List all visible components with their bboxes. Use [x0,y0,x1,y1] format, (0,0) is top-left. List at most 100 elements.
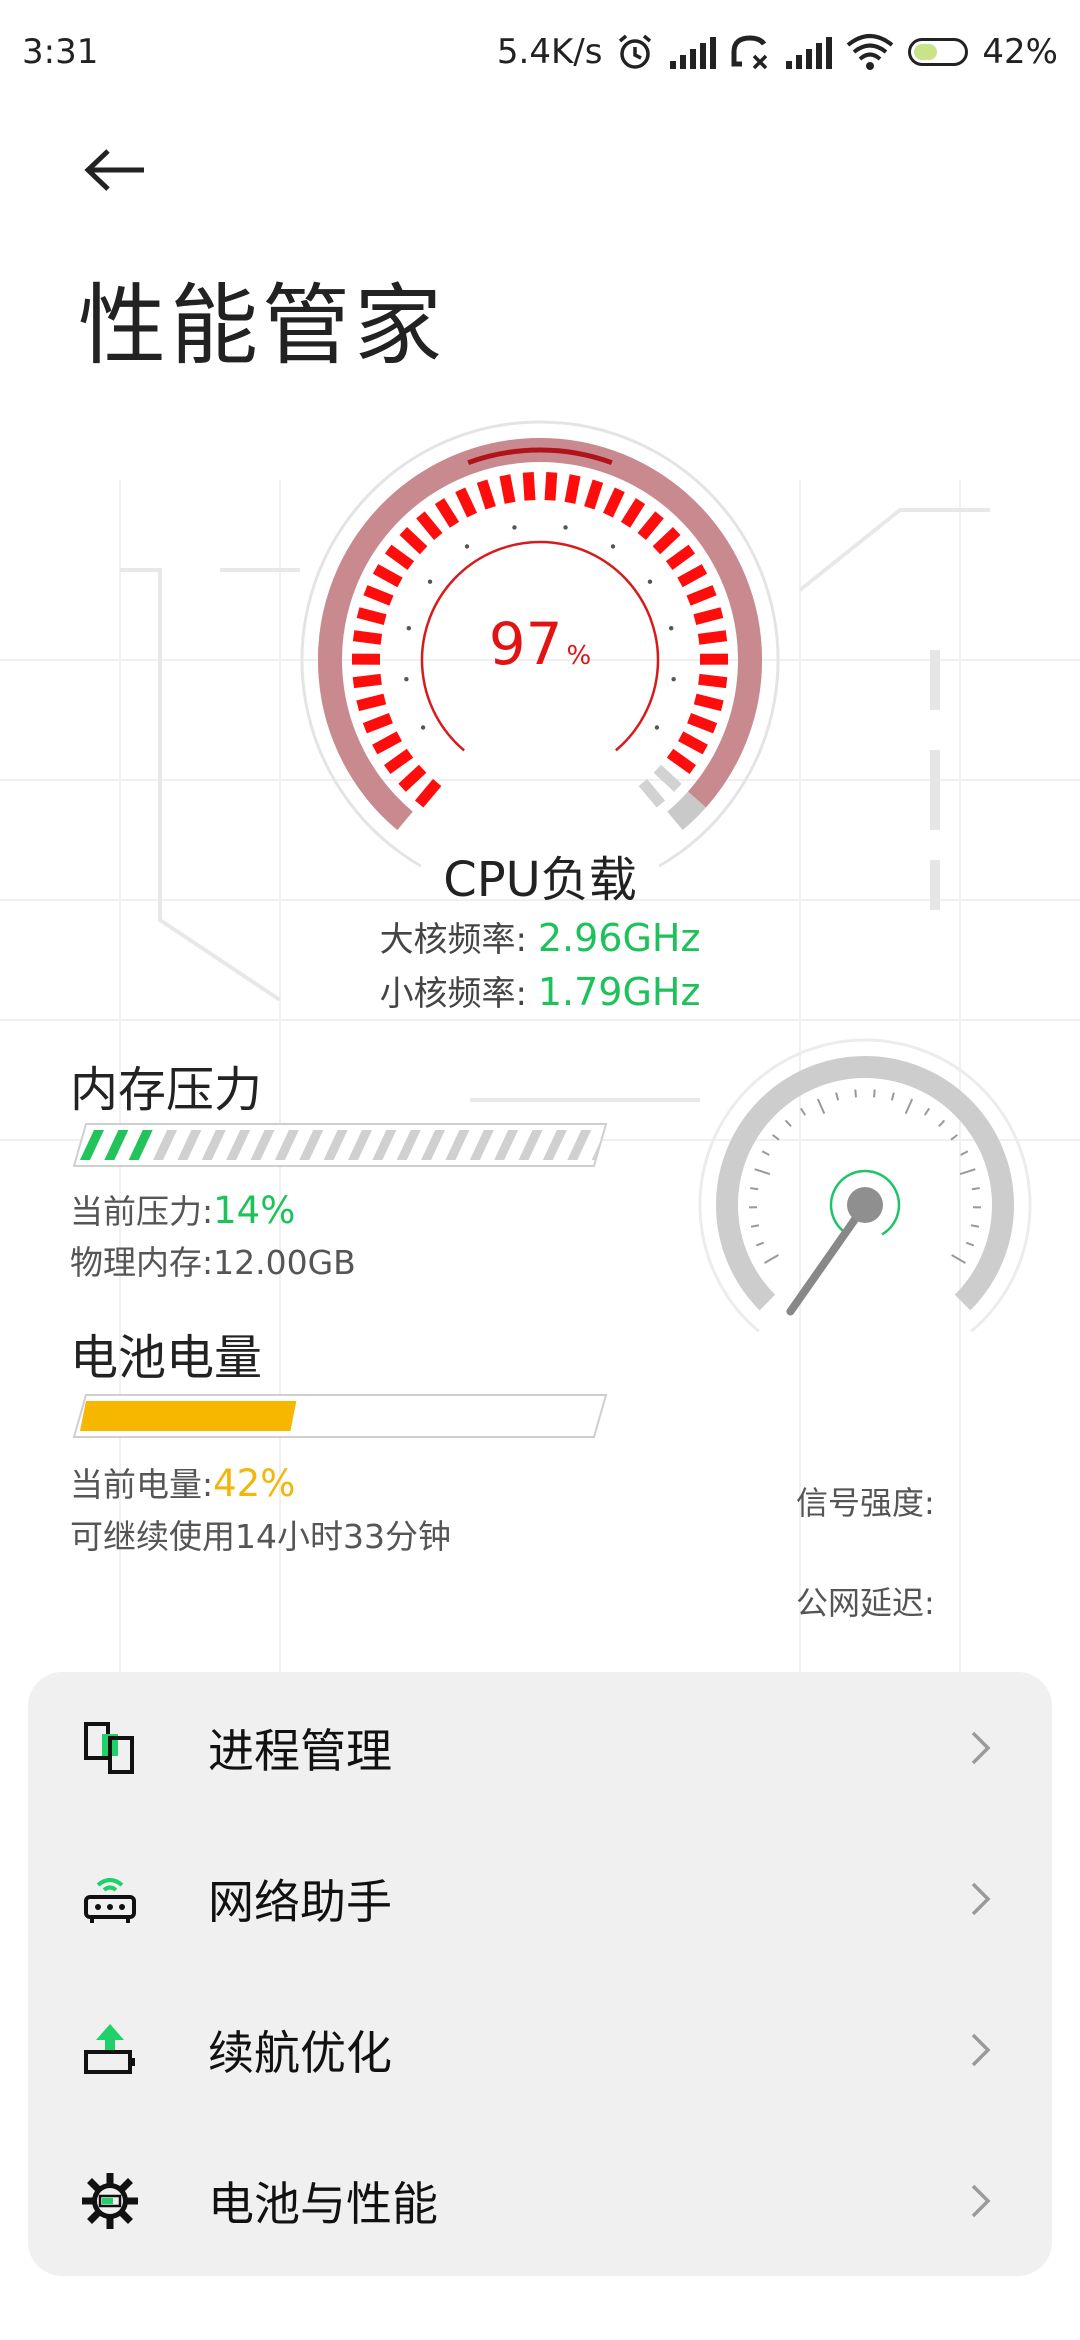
call-off-icon [731,35,768,70]
speed-gauge-hub [847,1187,883,1223]
page-title: 性能管家 [78,274,447,377]
menu-item-process-management[interactable]: 进程管理 [28,1672,1052,1823]
gauge-tick [362,712,393,734]
gauge-tick [620,498,646,528]
speed-gauge-tick [799,1107,807,1116]
gauge-tick [399,526,428,555]
chevron-right-icon [966,1728,996,1768]
gauge-tick [416,511,443,541]
gauge-tick [665,544,696,571]
speed-gauge-tick [835,1092,840,1101]
menu-item-battery-optimization[interactable]: 续航优化 [28,1974,1052,2125]
big-core-frequency: 大核频率: 2.96GHz [290,912,790,961]
physical-memory-row: 物理内存:12.00GB [70,1236,356,1284]
gauge-tick [372,564,403,588]
memory-pressure-bar [72,1123,608,1167]
battery-level-label: 当前电量: [70,1465,214,1504]
gauge-dot [512,525,517,530]
menu-item-network-assistant[interactable]: 网络助手 [28,1823,1052,1974]
speed-gauge-track [716,1056,1014,1311]
speed-gauge-tick [816,1098,826,1115]
small-core-label: 小核频率: [379,974,528,1014]
small-core-frequency: 小核频率: 1.79GHz [290,966,790,1015]
menu-item-label: 网络助手 [208,1874,392,1929]
speed-gauge-tick [965,1241,975,1247]
wifi-icon [847,34,894,70]
menu-item-label: 进程管理 [208,1723,392,1778]
gauge-tick [522,472,536,501]
battery-icon [908,38,969,66]
gauge-tick [455,487,478,518]
gauge-tick [356,693,387,712]
gauge-dot [563,525,568,530]
physical-memory-label: 物理内存: [70,1243,214,1282]
status-bar: 3:31 5.4K/s 42% [0,0,1080,104]
network-speed-gauge [698,1038,1032,1333]
gauge-dot [610,544,616,549]
gauge-tick [398,764,427,792]
gauge-tick [652,526,681,555]
cpu-load-unit: % [566,641,592,671]
cpu-load-value: 97% [290,610,790,678]
menu-item-battery-performance[interactable]: 电池与性能 [28,2125,1052,2276]
battery-remaining-time: 可继续使用14小时33分钟 [70,1517,451,1556]
tools-menu: 进程管理 网络助手 续航优化 电池与性能 [28,1672,1052,2276]
speed-gauge-tick [754,1168,771,1176]
physical-memory-value: 12.00GB [213,1243,356,1282]
speed-gauge-tick [784,1119,792,1127]
gauge-dot [420,725,426,730]
speed-gauge-tick [890,1092,895,1101]
gauge-tick [352,673,382,689]
gauge-dot [647,579,653,584]
gauge-tick [384,748,414,775]
signal-icon [670,37,717,69]
gauge-tick [414,779,442,808]
alarm-icon [619,34,652,69]
gear-icon [80,2171,140,2231]
gauge-tick [698,673,728,689]
gauge-tick [564,474,581,504]
network-latency-label: 公网延迟: [796,1584,935,1622]
speed-gauge-tick [854,1089,857,1098]
chevron-right-icon [966,2181,996,2221]
speed-gauge-tick [873,1089,876,1098]
battery-title: 电池电量 [70,1330,263,1386]
status-icons: 5.4K/s 42% [497,32,1058,72]
back-button[interactable] [76,130,156,210]
gauge-tick [693,693,724,712]
menu-item-label: 续航优化 [208,2025,392,2080]
speed-gauge-tick [971,1187,980,1191]
gauge-tick [499,474,516,504]
chevron-right-icon [966,2030,996,2070]
gauge-tick [584,479,604,510]
speed-gauge-tick [960,1150,969,1156]
gauge-tick [653,764,682,792]
battery-level-value: 42% [213,1462,296,1505]
battery-level-bar [72,1394,608,1438]
speed-gauge-tick [750,1224,760,1228]
cpu-load-label: CPU负载 [443,852,637,908]
net-speed: 5.4K/s [496,32,603,72]
gauge-tick [637,511,664,541]
speed-gauge-tick [938,1119,946,1127]
menu-item-label: 电池与性能 [208,2176,438,2231]
gauge-tick [544,472,558,501]
big-core-label: 大核频率: [379,920,528,960]
gauge-tick [363,585,394,606]
gauge-tick [686,585,717,606]
battery-boost-icon [80,2020,140,2080]
back-arrow-icon [84,149,144,191]
memory-title: 内存压力 [70,1062,263,1118]
memory-pressure-value: 14% [213,1189,296,1232]
signal-icon [786,37,833,69]
small-core-value: 1.79GHz [537,970,701,1014]
speed-gauge-tick [764,1254,779,1264]
speed-gauge-tick [755,1241,765,1247]
memory-pressure-row: 当前压力:14% [70,1185,295,1233]
big-core-value: 2.96GHz [537,916,701,960]
speed-gauge-tick [750,1187,759,1191]
speed-gauge-tick [959,1168,976,1176]
gauge-tick [434,498,460,528]
gauge-tick [678,731,708,755]
speed-gauge-needle [786,1201,869,1316]
